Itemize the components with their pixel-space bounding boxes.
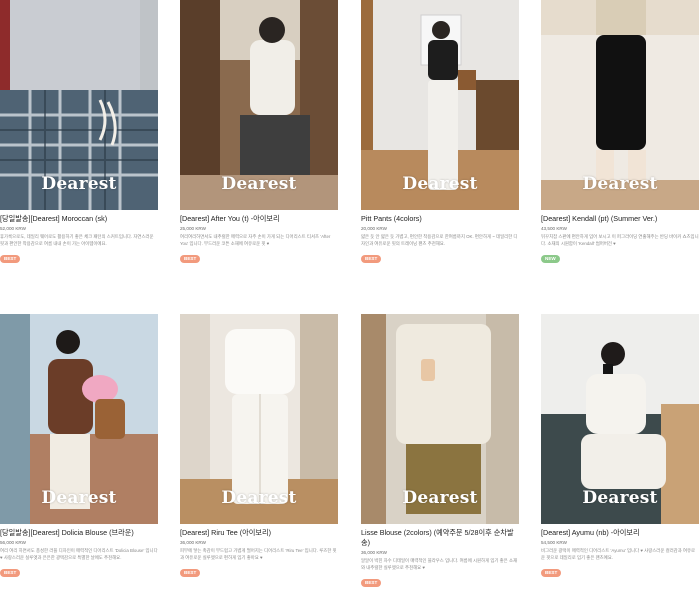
product-card[interactable]: Dearest [당일발송][Dearest] Moroccan (sk) 52… xyxy=(0,0,158,265)
product-image[interactable]: Dearest xyxy=(0,314,158,524)
product-description: 휴가룩으로도, 데일리 웨어로도 활용하기 좋은 체크 패턴의 스커트입니다. … xyxy=(0,234,154,246)
product-price: 52,000 KRW xyxy=(0,226,26,231)
product-description: 비그러운 광택이 매력적인 디어리스트 'Ayumu' 입니다 ♥ 사랑스러운 … xyxy=(541,548,696,560)
product-description: 여리여리하면서도 내추럴한 매력으로 자주 손이 가게 되는 디어리스트 티셔츠… xyxy=(180,234,331,246)
brand-wordmark: Dearest xyxy=(221,488,297,508)
product-description: 여리 여리 하면서도 풍성한 러플 디자인이 매력적인 디어리스트 'Dolic… xyxy=(0,548,158,560)
product-card[interactable]: Dearest Pitt Pants (4colors) 20,000 KRW … xyxy=(361,0,519,265)
product-description: 얇은 듯 안 얇은 듯 가볍고, 편안한 착용감으로 한여름까지 OK. 편안하… xyxy=(361,234,518,246)
product-image[interactable]: Dearest xyxy=(180,314,338,524)
product-price: 25,000 KRW xyxy=(180,226,206,231)
product-image[interactable]: Dearest xyxy=(180,0,338,210)
product-name[interactable]: [Dearest] Kendall (pt) (Summer Ver.) xyxy=(541,214,699,224)
brand-wordmark: Dearest xyxy=(402,174,478,194)
product-image[interactable]: Dearest xyxy=(361,0,519,210)
brand-wordmark: Dearest xyxy=(582,174,658,194)
product-image[interactable]: Dearest xyxy=(541,0,699,210)
product-name[interactable]: [Dearest] Ayumu (nb) -아이보리 xyxy=(541,528,699,538)
product-price: 36,000 KRW xyxy=(361,550,387,555)
product-price: 54,500 KRW xyxy=(541,540,567,545)
product-card[interactable]: Dearest [Dearest] After You (t) -아이보리 25… xyxy=(180,0,338,265)
product-card[interactable]: Dearest [당일발송][Dearest] Dolicia Blouse (… xyxy=(0,314,158,579)
product-card[interactable]: Dearest [Dearest] Kendall (pt) (Summer V… xyxy=(541,0,699,265)
product-image[interactable]: Dearest xyxy=(541,314,699,524)
best-badge: BEST xyxy=(361,255,382,264)
product-name[interactable]: [Dearest] After You (t) -아이보리 xyxy=(180,214,338,224)
product-description: 알알이 박힌 자수 디테일이 매력적인 블라우스 입니다. 여름에 시원하게 입… xyxy=(361,558,518,570)
product-name[interactable]: [Dearest] Riru Tee (아이보리) xyxy=(180,528,338,538)
product-card[interactable]: Dearest Lisse Blouse (2colors) (예약주문 5/2… xyxy=(361,314,519,589)
new-badge: NEW xyxy=(541,255,560,264)
brand-wordmark: Dearest xyxy=(41,174,117,194)
product-name[interactable]: Pitt Pants (4colors) xyxy=(361,214,519,224)
best-badge: BEST xyxy=(361,579,382,588)
product-name[interactable]: [당일발송][Dearest] Moroccan (sk) xyxy=(0,214,158,224)
product-name[interactable]: Lisse Blouse (2colors) (예약주문 5/28이후 순차발송… xyxy=(361,528,519,548)
best-badge: BEST xyxy=(541,569,562,578)
product-price: 20,000 KRW xyxy=(361,226,387,231)
best-badge: BEST xyxy=(0,569,21,578)
best-badge: BEST xyxy=(0,255,21,264)
best-badge: BEST xyxy=(180,255,201,264)
product-card[interactable]: Dearest [Dearest] Ayumu (nb) -아이보리 54,50… xyxy=(541,314,699,579)
product-price: 36,000 KRW xyxy=(180,540,206,545)
product-price: 43,500 KRW xyxy=(541,226,567,231)
brand-wordmark: Dearest xyxy=(402,488,478,508)
brand-wordmark: Dearest xyxy=(41,488,117,508)
product-description: 피부에 닿는 촉감이 부드럽고 가볍게 떨어지는 디어리스트 'Riru Tee… xyxy=(180,548,337,560)
brand-wordmark: Dearest xyxy=(221,174,297,194)
best-badge: BEST xyxy=(180,569,201,578)
product-name[interactable]: [당일발송][Dearest] Dolicia Blouse (브라운) xyxy=(0,528,158,538)
brand-wordmark: Dearest xyxy=(582,488,658,508)
product-card[interactable]: Dearest [Dearest] Riru Tee (아이보리) 36,000… xyxy=(180,314,338,579)
product-image[interactable]: Dearest xyxy=(361,314,519,524)
product-grid: Dearest [당일발송][Dearest] Moroccan (sk) 52… xyxy=(0,0,700,597)
product-image[interactable]: Dearest xyxy=(0,0,158,210)
product-price: 56,000 KRW xyxy=(0,540,26,545)
product-description: 뒤꾸치잡 스판에 편안하게 입어 보시고 이 퍼그라이딩 연출해주는 반딩 바이… xyxy=(541,234,699,246)
